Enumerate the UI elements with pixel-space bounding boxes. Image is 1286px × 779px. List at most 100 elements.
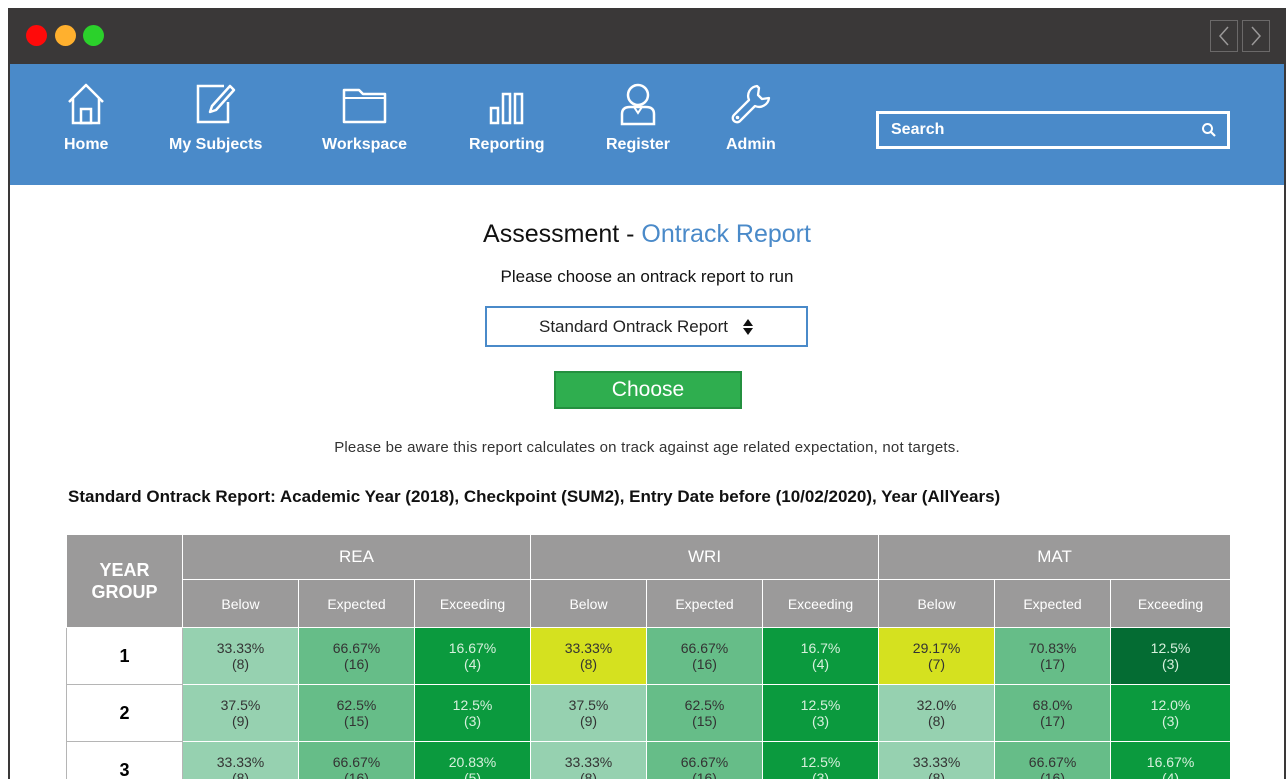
cell-percent: 66.67% [1028,754,1077,770]
search-icon[interactable] [1201,122,1217,138]
result-cell: 37.5% (9) [530,684,648,742]
cell-count: (3) [1161,656,1180,672]
result-cell: 66.67% (16) [994,741,1112,779]
cell-percent: 70.83% [1028,640,1077,656]
result-cell: 16.7% (4) [762,627,880,685]
table-row: 3 33.33% (8) 66.67% (16) 20.83% (5) 33.33%(… [66,741,1232,779]
cell-count: (15) [692,713,717,729]
nav-label-reporting: Reporting [469,136,545,153]
cell-count: (8) [231,656,250,672]
cell-percent: 12.5% [800,697,841,713]
result-cell: 33.33% (8) [530,627,648,685]
user-icon [620,83,656,126]
cell-percent: 16.67% [1146,754,1195,770]
subject-header-rea: REA [181,534,532,580]
nav-item-admin[interactable]: Admin [726,82,776,154]
result-cell: 32.0% (8) [878,684,996,742]
cell-percent: 29.17% [912,640,961,656]
bar-chart-icon [489,92,524,125]
cell-percent: 33.33% [912,754,961,770]
cell-count: (8) [927,713,946,729]
cell-percent: 37.5% [220,697,261,713]
band-header-below: Below [182,579,299,628]
page-title-prefix: Assessment - [483,220,642,248]
table-row: 1 33.33% (8) 66.67% (16) 16.67% (4) 33.33%(… [66,627,1232,685]
result-cell: 66.67% (16) [298,627,415,685]
cell-count: (17) [1040,656,1065,672]
back-button[interactable] [1210,20,1238,52]
result-cell: 12.5% (3) [1110,627,1232,685]
nav-item-reporting[interactable]: Reporting [469,82,545,154]
nav-label-home: Home [64,136,109,153]
result-cell: 66.67% (16) [646,627,764,685]
search-input[interactable] [889,120,1201,140]
choose-button[interactable]: Choose [554,371,742,409]
subject-header-wri: WRI [530,534,880,580]
cell-count: (4) [463,656,482,672]
folder-icon [342,88,386,124]
main-content: Assessment - Ontrack Report Please choos… [10,185,1284,779]
cell-percent: 12.0% [1150,697,1191,713]
maximize-window-button[interactable] [83,25,104,46]
cell-percent: 32.0% [916,697,957,713]
cell-percent: 12.5% [800,754,841,770]
year-group-cell: 3 [66,741,183,779]
result-cell: 33.33% (8) [530,741,648,779]
minimize-window-button[interactable] [55,25,76,46]
cell-percent: 12.5% [1150,640,1191,656]
report-type-select[interactable]: Standard Ontrack Report [485,306,808,347]
cell-percent: 33.33% [216,754,265,770]
band-header-below: Below [878,579,996,628]
nav-item-workspace[interactable]: Workspace [322,82,407,154]
result-cell: 16.67% (4) [413,627,532,685]
nav-label-register: Register [606,136,671,153]
band-header-exceeding: Exceeding [762,579,880,628]
nav-label-workspace: Workspace [322,136,408,153]
cell-count: (8) [579,656,598,672]
report-notice: Please be aware this report calculates o… [334,439,960,456]
cell-percent: 33.33% [564,754,613,770]
cell-percent: 12.5% [452,697,493,713]
edit-icon [196,84,235,124]
cell-count: (16) [692,770,717,779]
cell-percent: 68.0% [1032,697,1073,713]
nav-item-my-subjects[interactable]: My Subjects [169,82,262,154]
nav-item-register[interactable]: Register [606,82,670,154]
band-header-exceeding: Exceeding [1110,579,1232,628]
result-cell: 12.5% (3) [762,741,880,779]
search-box [876,111,1230,149]
report-type-select-value: Standard Ontrack Report [539,316,728,336]
cell-count: (17) [1040,713,1065,729]
cell-count: (3) [1161,713,1180,729]
result-cell: 66.67% (16) [646,741,764,779]
year-group-cell: 2 [66,684,183,742]
year-group-cell: 1 [66,627,183,685]
cell-percent: 33.33% [216,640,265,656]
cell-count: (8) [579,770,598,779]
cell-count: (3) [463,713,482,729]
cell-count: (9) [579,713,598,729]
cell-count: (16) [692,656,717,672]
band-header-exceeding: Exceeding [413,579,532,628]
cell-count: (5) [463,770,482,779]
cell-count: (16) [344,770,369,779]
wrench-icon [731,84,771,124]
close-window-button[interactable] [26,25,47,46]
band-header-expected: Expected [646,579,764,628]
cell-percent: 66.67% [332,640,381,656]
cell-count: (9) [231,713,250,729]
result-cell: 70.83% (17) [994,627,1112,685]
result-cell: 62.5% (15) [298,684,415,742]
nav-item-home[interactable]: Home [64,82,108,154]
forward-button[interactable] [1242,20,1270,52]
ontrack-report-table: YEAR GROUP REA WRI MAT Below Expected Ex… [66,534,1232,779]
cell-percent: 66.67% [680,754,729,770]
cell-count: (3) [811,713,830,729]
result-cell: 62.5% (15) [646,684,764,742]
cell-count: (3) [811,770,830,779]
cell-count: (7) [927,656,946,672]
nav-label-admin: Admin [726,136,776,153]
result-cell: 20.83% (5) [413,741,532,779]
chevron-right-icon [1251,26,1262,46]
cell-percent: 16.7% [800,640,841,656]
